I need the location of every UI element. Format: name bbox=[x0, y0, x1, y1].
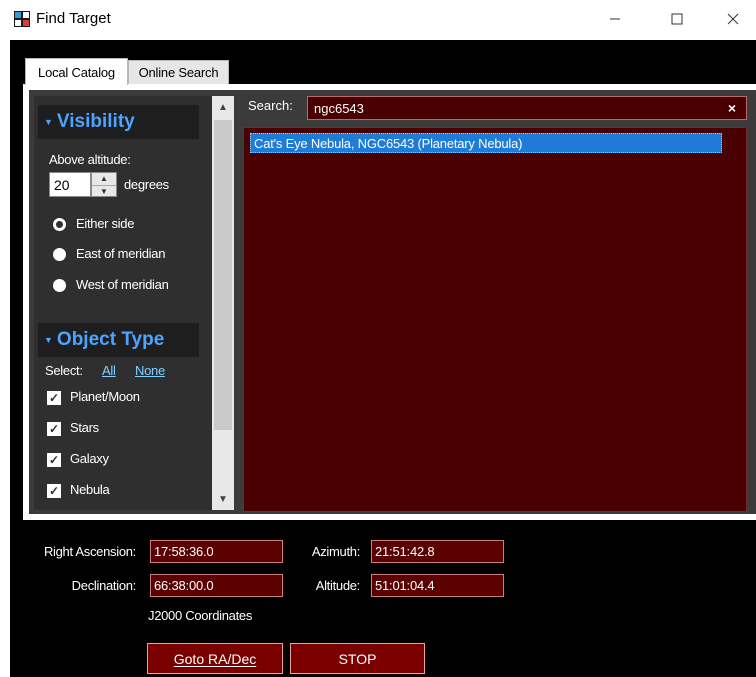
search-input[interactable]: ngc6543 bbox=[307, 96, 747, 120]
maximize-button[interactable] bbox=[654, 0, 700, 38]
spin-up-icon[interactable]: ▲ bbox=[92, 173, 116, 186]
close-icon bbox=[727, 13, 739, 25]
checkbox-nebula-label: Nebula bbox=[70, 482, 110, 497]
radio-west-label: West of meridian bbox=[76, 277, 169, 292]
clear-search-icon[interactable]: × bbox=[720, 97, 744, 119]
select-label: Select: bbox=[45, 363, 83, 378]
radio-west-of-meridian[interactable] bbox=[53, 279, 66, 292]
dec-label: Declination: bbox=[71, 578, 137, 593]
collapse-arrow-icon: ▼ bbox=[44, 117, 53, 127]
goto-button-label: Goto RA/Dec bbox=[173, 650, 257, 667]
check-icon: ✓ bbox=[48, 484, 60, 498]
spin-down-icon[interactable]: ▼ bbox=[92, 186, 116, 198]
checkbox-stars-label: Stars bbox=[70, 420, 99, 435]
results-list[interactable] bbox=[243, 127, 747, 512]
radio-east-label: East of meridian bbox=[76, 246, 166, 261]
altitude-spinner[interactable]: ▲ ▼ bbox=[91, 172, 117, 197]
window-title: Find Target bbox=[36, 10, 111, 27]
scrollbar-thumb[interactable] bbox=[214, 120, 232, 430]
check-icon: ✓ bbox=[48, 422, 60, 436]
maximize-icon bbox=[671, 13, 683, 25]
minimize-icon bbox=[610, 18, 620, 20]
checkbox-galaxy-label: Galaxy bbox=[70, 451, 109, 466]
tab-local-catalog[interactable]: Local Catalog bbox=[25, 58, 128, 85]
ra-label: Right Ascension: bbox=[43, 544, 136, 559]
checkbox-planet-moon[interactable]: ✓ bbox=[47, 391, 61, 405]
list-item[interactable]: Cat's Eye Nebula, NGC6543 (Planetary Neb… bbox=[250, 133, 722, 153]
scroll-up-icon[interactable]: ▲ bbox=[212, 96, 234, 118]
object-type-section-header[interactable]: ▼ Object Type bbox=[38, 323, 199, 357]
checkbox-galaxy[interactable]: ✓ bbox=[47, 453, 61, 467]
goto-radec-button[interactable]: Goto RA/Dec bbox=[147, 643, 283, 674]
altitude-input[interactable]: 20 bbox=[49, 172, 91, 197]
azimuth-label: Azimuth: bbox=[311, 544, 360, 559]
visibility-section-header[interactable]: ▼ Visibility bbox=[38, 105, 199, 139]
object-type-header-label: Object Type bbox=[56, 329, 165, 350]
select-none-link[interactable]: None bbox=[135, 363, 165, 378]
tab-online-search[interactable]: Online Search bbox=[128, 60, 229, 84]
checkbox-planet-moon-label: Planet/Moon bbox=[70, 389, 140, 404]
checkbox-nebula[interactable]: ✓ bbox=[47, 484, 61, 498]
epoch-note: J2000 Coordinates bbox=[148, 608, 253, 623]
checkbox-stars[interactable]: ✓ bbox=[47, 422, 61, 436]
check-icon: ✓ bbox=[48, 391, 60, 405]
scroll-down-icon[interactable]: ▼ bbox=[212, 488, 234, 510]
above-altitude-label: Above altitude: bbox=[49, 152, 131, 167]
collapse-arrow-icon: ▼ bbox=[44, 335, 53, 345]
altitude-label: Altitude: bbox=[315, 578, 361, 593]
azimuth-field[interactable]: 21:51:42.8 bbox=[371, 540, 504, 563]
degrees-label: degrees bbox=[124, 177, 169, 192]
radio-either-side[interactable] bbox=[53, 218, 66, 231]
radio-either-side-label: Either side bbox=[76, 216, 135, 231]
ra-field[interactable]: 17:58:36.0 bbox=[150, 540, 283, 563]
visibility-header-label: Visibility bbox=[56, 111, 135, 132]
dec-field[interactable]: 66:38:00.0 bbox=[150, 574, 283, 597]
close-button[interactable] bbox=[710, 0, 756, 38]
app-target-icon bbox=[14, 11, 30, 27]
minimize-button[interactable] bbox=[592, 0, 638, 38]
radio-east-of-meridian[interactable] bbox=[53, 248, 66, 261]
select-all-link[interactable]: All bbox=[102, 363, 116, 378]
title-bar bbox=[0, 0, 756, 38]
check-icon: ✓ bbox=[48, 453, 60, 467]
search-label: Search: bbox=[248, 98, 293, 113]
altitude-field[interactable]: 51:01:04.4 bbox=[371, 574, 504, 597]
stop-button[interactable]: STOP bbox=[290, 643, 425, 674]
